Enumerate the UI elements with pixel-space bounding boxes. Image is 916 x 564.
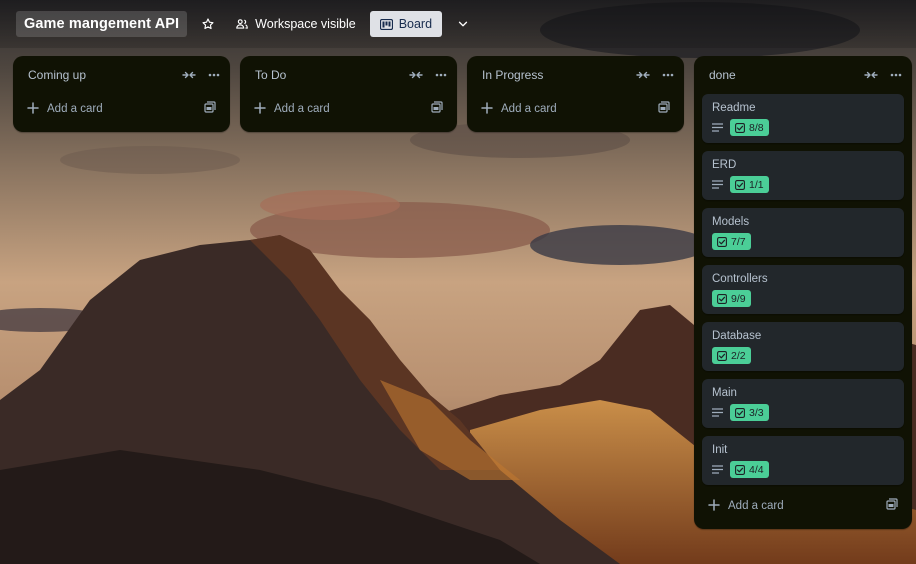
plus-icon [708,498,720,514]
template-icon[interactable] [431,100,443,118]
checklist-badge: 4/4 [730,461,769,478]
description-icon [712,408,723,417]
card-title: Init [712,444,728,456]
add-card-label: Add a card [501,103,557,115]
description-icon [712,465,723,474]
visibility-button[interactable]: Workspace visible [229,11,362,37]
template-icon[interactable] [658,100,670,118]
card-erd[interactable]: ERD 1/1 [702,151,904,200]
checklist-icon [717,350,727,361]
star-icon [201,17,215,31]
list-title[interactable]: done [709,68,736,82]
list-header: Coming up [13,56,230,94]
checklist-count: 7/7 [731,235,746,248]
board-view-label: Board [398,17,433,31]
checklist-icon [717,236,727,247]
checklist-badge: 8/8 [730,119,769,136]
visibility-label: Workspace visible [255,17,356,31]
description-icon [712,123,723,132]
people-icon [235,17,249,31]
view-switcher-button[interactable] [450,11,476,37]
checklist-count: 2/2 [731,349,746,362]
checklist-count: 3/3 [749,406,764,419]
more-icon[interactable] [435,73,447,77]
checklist-icon [717,293,727,304]
card-models[interactable]: Models 7/7 [702,208,904,257]
more-icon[interactable] [208,73,220,77]
card-title: Readme [712,102,756,114]
list-header: In Progress [467,56,684,94]
card-title: Controllers [712,273,768,285]
add-card-label: Add a card [47,103,103,115]
card-title: ERD [712,159,737,171]
plus-icon [481,101,493,117]
add-card-button[interactable]: Add a card [475,94,676,124]
list-in-progress: In Progress Add a card [467,56,684,132]
add-card-button[interactable]: Add a card [21,94,222,124]
list-done: done Readme 8/8 ERD 1/1 Models 7/7 Contr… [694,56,912,529]
add-card-button[interactable]: Add a card [248,94,449,124]
list-title[interactable]: To Do [255,68,286,82]
checklist-count: 4/4 [749,463,764,476]
checklist-icon [735,464,745,475]
list-header: To Do [240,56,457,94]
checklist-icon [735,179,745,190]
checklist-icon [735,407,745,418]
card-init[interactable]: Init 4/4 [702,436,904,485]
checklist-badge: 7/7 [712,233,751,250]
card-title: Main [712,387,737,399]
description-icon [712,180,723,189]
add-card-label: Add a card [728,500,784,512]
checklist-icon [735,122,745,133]
card-list: Readme 8/8 ERD 1/1 Models 7/7 Controller… [694,94,912,485]
board-header: Game mangement API Workspace visible Boa… [0,0,916,48]
template-icon[interactable] [886,497,898,515]
card-readme[interactable]: Readme 8/8 [702,94,904,143]
star-button[interactable] [195,11,221,37]
checklist-badge: 2/2 [712,347,751,364]
board-view-button[interactable]: Board [369,11,443,37]
template-icon[interactable] [204,100,216,118]
add-card-label: Add a card [274,103,330,115]
collapse-icon[interactable] [409,70,423,80]
collapse-icon[interactable] [864,70,878,80]
checklist-badge: 3/3 [730,404,769,421]
list-title[interactable]: In Progress [482,68,543,82]
list-title[interactable]: Coming up [28,68,86,82]
checklist-badge: 9/9 [712,290,751,307]
checklist-count: 1/1 [749,178,764,191]
card-database[interactable]: Database 2/2 [702,322,904,371]
checklist-count: 9/9 [731,292,746,305]
list-coming-up: Coming up Add a card [13,56,230,132]
card-title: Models [712,216,750,228]
list-to-do: To Do Add a card [240,56,457,132]
card-title: Database [712,330,762,342]
add-card-button[interactable]: Add a card [702,491,904,521]
board-title[interactable]: Game mangement API [16,11,188,37]
list-header: done [694,56,912,94]
more-icon[interactable] [890,73,902,77]
collapse-icon[interactable] [182,70,196,80]
card-controllers[interactable]: Controllers 9/9 [702,265,904,314]
checklist-badge: 1/1 [730,176,769,193]
card-main[interactable]: Main 3/3 [702,379,904,428]
plus-icon [27,101,39,117]
more-icon[interactable] [662,73,674,77]
chevron-down-icon [456,17,470,31]
checklist-count: 8/8 [749,121,764,134]
board-icon [379,18,393,30]
collapse-icon[interactable] [636,70,650,80]
plus-icon [254,101,266,117]
